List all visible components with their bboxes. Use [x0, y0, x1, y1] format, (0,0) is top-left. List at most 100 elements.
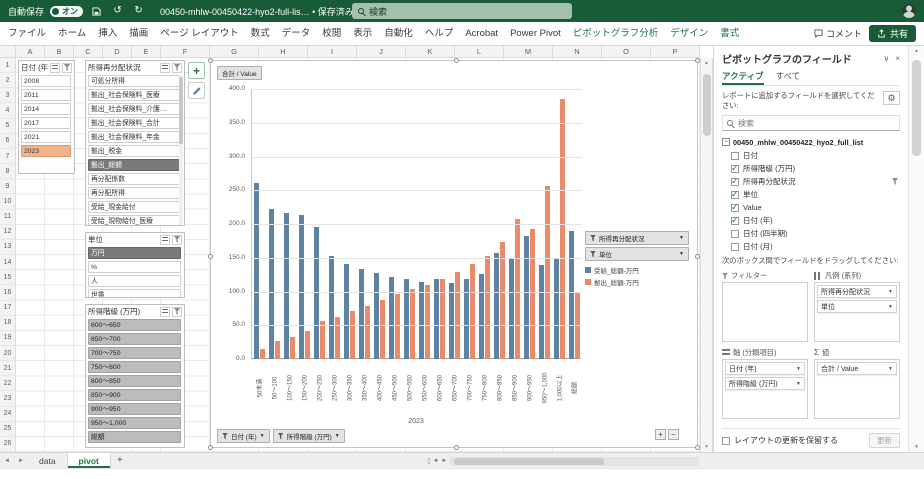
bar[interactable] [320, 321, 325, 359]
slicer-item[interactable]: 600～650 [88, 319, 181, 331]
ribbon-tab[interactable]: 校閲 [316, 22, 347, 45]
slicer-item[interactable]: 万円 [88, 247, 181, 259]
scroll-right-icon[interactable]: ► [441, 458, 447, 464]
axis-drop-zone[interactable]: 日付 (年)▼所得階級 (万円)▼ [722, 359, 808, 419]
slicer-item[interactable]: 再分配係数 [88, 173, 181, 185]
bar[interactable] [449, 283, 454, 359]
row-header[interactable]: 1 [0, 58, 16, 73]
multi-select-button[interactable] [50, 63, 60, 73]
ribbon-tab[interactable]: 挿入 [92, 22, 123, 45]
area-field-chip[interactable]: 合計 / Value▼ [817, 362, 897, 375]
bar[interactable] [290, 337, 295, 359]
row-header[interactable]: 6 [0, 134, 16, 149]
field-checkbox[interactable] [731, 243, 739, 251]
field-checkbox[interactable] [731, 165, 739, 173]
field-row[interactable]: 日付 (年) [722, 214, 900, 227]
tools-gear-button[interactable]: ⚙ [883, 91, 900, 105]
search-box[interactable]: 検索 [352, 3, 572, 19]
field-row[interactable]: 所得階級 (万円) [722, 162, 900, 175]
ribbon-tab[interactable]: 表示 [347, 22, 378, 45]
autosave-toggle[interactable]: オン [50, 6, 83, 17]
slicer-item[interactable]: 拠出_税金 [88, 145, 181, 157]
legend-drop-zone[interactable]: 所得再分配状況▼単位▼ [814, 282, 900, 342]
row-header[interactable]: 4 [0, 103, 16, 118]
slicer-item[interactable]: 2008 [21, 75, 71, 87]
row-header[interactable]: 5 [0, 119, 16, 134]
ribbon-contextual-tab[interactable]: ピボットグラフ分析 [567, 22, 665, 45]
chart-selection-handle[interactable] [695, 254, 700, 259]
column-header[interactable]: O [602, 46, 651, 58]
clear-filter-button[interactable] [172, 307, 182, 317]
column-header[interactable]: G [210, 46, 259, 58]
multi-select-button[interactable] [160, 63, 170, 73]
row-header[interactable]: 15 [0, 270, 16, 285]
sheet-tab-data[interactable]: data [28, 453, 68, 468]
column-header[interactable]: D [103, 46, 132, 58]
scrollbar-thumb[interactable] [454, 458, 604, 465]
spreadsheet-grid[interactable]: 日付 (年) 200820112014201720212023 所得再分配状況 … [16, 58, 700, 452]
row-header[interactable]: 18 [0, 316, 16, 331]
row-header[interactable]: 8 [0, 164, 16, 179]
bar[interactable] [455, 272, 460, 359]
row-header[interactable]: 14 [0, 255, 16, 270]
slicer-item[interactable]: 受給_現金給付 [88, 201, 181, 213]
bar[interactable] [509, 258, 514, 359]
ribbon-tab[interactable]: 自動化 [378, 22, 419, 45]
bar[interactable] [419, 282, 424, 359]
slicer-date-year[interactable]: 日付 (年) 200820112014201720212023 [18, 60, 75, 174]
legend-field-button[interactable]: 所得再分配状況▼ [585, 231, 689, 245]
column-header[interactable]: M [504, 46, 553, 58]
ribbon-tab[interactable]: Acrobat [459, 22, 504, 45]
slicer-item[interactable]: 2023 [21, 145, 71, 157]
column-header[interactable]: P [651, 46, 700, 58]
column-header[interactable]: E [132, 46, 161, 58]
row-header[interactable]: 13 [0, 240, 16, 255]
bar[interactable] [359, 269, 364, 359]
scrollbar-thumb[interactable] [912, 60, 921, 156]
tab-all[interactable]: すべて [776, 70, 801, 85]
slicer-item[interactable]: 2011 [21, 89, 71, 101]
expand-field-button[interactable]: + [655, 429, 666, 440]
tab-nav-right-icon[interactable]: ► [14, 453, 28, 468]
slicer-item[interactable]: 再分配所得 [88, 187, 181, 199]
user-avatar[interactable] [902, 4, 916, 18]
bar[interactable] [314, 227, 319, 359]
bar[interactable] [269, 209, 274, 360]
field-checkbox[interactable] [731, 191, 739, 199]
slicer-item[interactable]: 950～1,000 [88, 417, 181, 429]
column-header[interactable]: I [308, 46, 357, 58]
bar[interactable] [389, 277, 394, 359]
scroll-up-icon[interactable]: ▲ [909, 48, 924, 54]
field-row[interactable]: Value [722, 201, 900, 214]
ribbon-contextual-tab[interactable]: デザイン [664, 22, 714, 45]
field-checkbox[interactable] [731, 204, 739, 212]
row-header[interactable]: 7 [0, 149, 16, 164]
undo-button[interactable]: ↺ [110, 4, 125, 18]
chart-selection-handle[interactable] [454, 445, 459, 450]
clear-filter-button[interactable] [62, 63, 72, 73]
row-header[interactable]: 2 [0, 73, 16, 88]
chart-selection-handle[interactable] [208, 58, 213, 63]
axis-field-button[interactable]: 日付 (年)▼ [217, 429, 270, 443]
slicer-item[interactable]: 700～750 [88, 347, 181, 359]
slicer-item[interactable]: 世帯 [88, 289, 181, 297]
sheet-tab-pivot[interactable]: pivot [68, 453, 111, 468]
axis-field-button[interactable]: 所得階級 (万円)▼ [273, 429, 345, 443]
row-header[interactable]: 16 [0, 285, 16, 300]
bar[interactable] [329, 256, 334, 359]
bar[interactable] [569, 231, 574, 359]
comments-button[interactable]: コメント [814, 27, 862, 40]
row-header[interactable]: 9 [0, 179, 16, 194]
ribbon-tab[interactable]: Power Pivot [504, 22, 567, 45]
field-table-row[interactable]: −00450_mhlw_00450422_hyo2_full_list [722, 135, 900, 149]
slicer-scrollbar[interactable] [179, 75, 183, 223]
field-row[interactable]: 単位 [722, 188, 900, 201]
ribbon-tab[interactable]: ページ レイアウト [154, 22, 244, 45]
column-header[interactable]: C [74, 46, 103, 58]
chart-style-brush-button[interactable] [188, 82, 205, 99]
bar[interactable] [284, 213, 289, 360]
scroll-left-icon[interactable]: ◄ [432, 458, 438, 464]
bar[interactable] [254, 183, 259, 359]
area-field-chip[interactable]: 所得再分配状況▼ [817, 285, 897, 298]
save-button[interactable] [89, 4, 104, 18]
